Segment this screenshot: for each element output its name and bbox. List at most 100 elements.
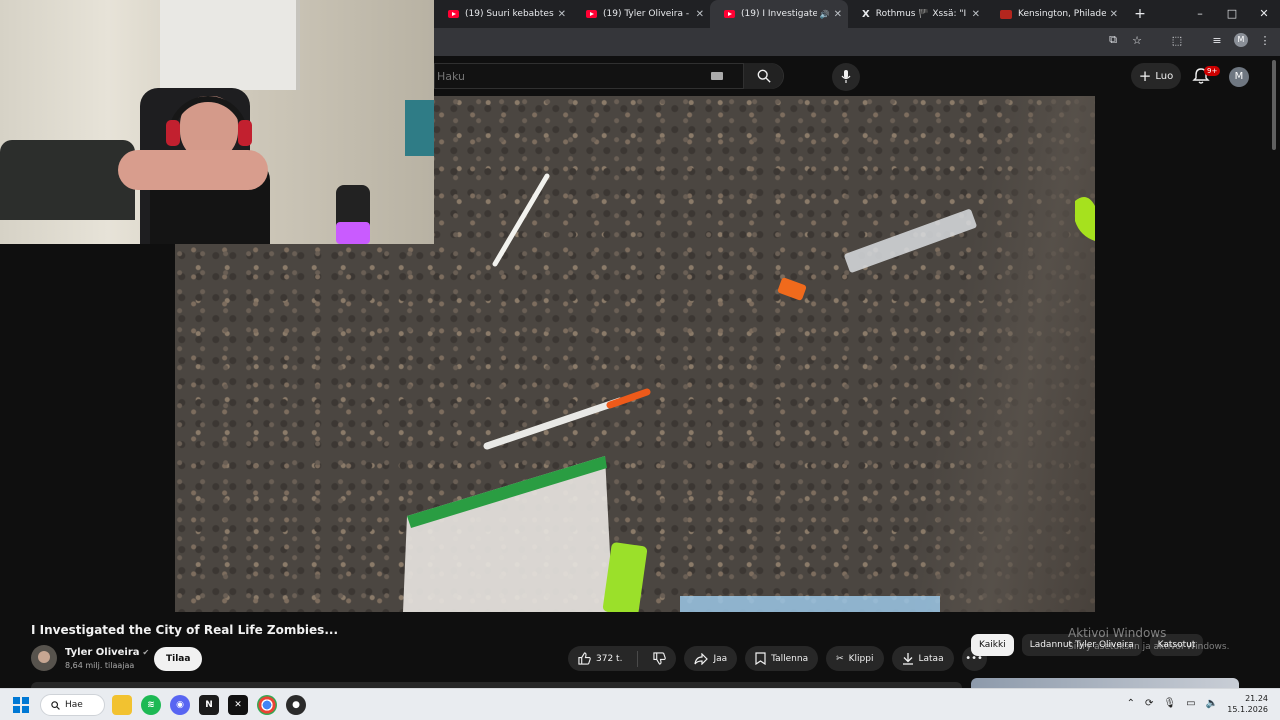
close-icon[interactable]: ✕: [696, 9, 704, 20]
browser-tab[interactable]: Kensington, Philadelphia, ✕: [986, 0, 1124, 28]
download-button[interactable]: Lataa: [891, 646, 954, 671]
syringe-clear: [844, 209, 977, 273]
save-label: Tallenna: [771, 653, 809, 664]
extensions-icon[interactable]: ⬚: [1170, 34, 1184, 47]
channel-name-row[interactable]: Tyler Oliveira ✔: [65, 647, 149, 658]
bookmark-icon: [755, 652, 766, 665]
account-avatar[interactable]: M: [1229, 67, 1249, 87]
voice-search-button[interactable]: [832, 63, 860, 91]
youtube-icon: [724, 10, 735, 18]
search-input[interactable]: [435, 69, 711, 83]
create-label: Luo: [1155, 70, 1174, 82]
kitchen-shelf: [160, 0, 300, 90]
new-tab-button[interactable]: +: [1130, 6, 1150, 22]
recommended-thumbnail[interactable]: [971, 678, 1239, 688]
save-button[interactable]: Tallenna: [745, 646, 819, 671]
tab-title: (19) Tyler Oliveira - YouTu: [603, 9, 692, 19]
green-cap: [1075, 197, 1095, 241]
activation-subtitle: Siirry asetuksiin ja aktivoi Windows.: [1068, 642, 1230, 652]
browser-tab-active[interactable]: (19) I Investigated the 🔊 ✕: [710, 0, 848, 28]
tab-title: Rothmus 🏴 Xssä: "I beli: [875, 9, 968, 19]
notion-icon[interactable]: N: [199, 695, 219, 715]
sync-icon[interactable]: ⟳: [1145, 698, 1153, 709]
system-tray: ⌃ ⟳ 🎙 ▭ 🔈: [1127, 698, 1218, 709]
maximize-button[interactable]: □: [1216, 0, 1248, 28]
download-icon: [902, 653, 913, 665]
sofa: [0, 140, 135, 220]
tab-title: (19) I Investigated the: [741, 9, 817, 19]
taskbar-search-label: Hae: [65, 700, 83, 710]
close-icon[interactable]: ✕: [972, 9, 980, 20]
subscriber-count: 8,64 milj. tilaajaa: [65, 661, 135, 670]
browser-tab[interactable]: (19) Tyler Oliveira - YouTu ✕: [572, 0, 710, 28]
syringe-orange: [483, 388, 651, 450]
file-explorer-icon[interactable]: [112, 695, 132, 715]
speaker-icon[interactable]: 🔊: [820, 10, 830, 19]
reading-list-icon[interactable]: ≡: [1210, 34, 1224, 47]
page-scrollbar[interactable]: [1272, 60, 1276, 150]
bookmark-star-icon[interactable]: ☆: [1130, 34, 1144, 47]
chip-all[interactable]: Kaikki: [971, 634, 1014, 656]
taskbar-clock[interactable]: 21.24 15.1.2026: [1227, 693, 1268, 715]
create-button[interactable]: + Luo: [1131, 63, 1181, 89]
youtube-header: + Luo 9+ M: [434, 56, 1280, 96]
microphone-icon[interactable]: 🎙: [1163, 698, 1176, 709]
windows-start-icon[interactable]: [13, 697, 29, 713]
clip-button[interactable]: ✂ Klippi: [826, 646, 884, 671]
plus-icon: +: [1138, 67, 1152, 85]
share-icon: [694, 652, 709, 665]
like-dislike-group: 372 t.: [568, 646, 677, 671]
clock-time: 21.24: [1245, 694, 1268, 703]
clock-date: 15.1.2026: [1227, 705, 1268, 714]
share-button[interactable]: Jaa: [684, 646, 738, 671]
channel-name[interactable]: Tyler Oliveira: [65, 647, 140, 658]
site-favicon-icon: [1000, 9, 1012, 19]
volume-icon[interactable]: 🔈: [1206, 698, 1218, 709]
thumbs-down-icon: [653, 652, 667, 665]
browser-tab[interactable]: X Rothmus 🏴 Xssä: "I beli ✕: [848, 0, 986, 28]
headphone-right: [238, 120, 252, 146]
close-window-button[interactable]: ✕: [1248, 0, 1280, 28]
close-icon[interactable]: ✕: [834, 9, 842, 20]
search-box: [434, 63, 784, 89]
youtube-icon: [448, 10, 459, 18]
minimize-button[interactable]: –: [1184, 0, 1216, 28]
subscribe-button[interactable]: Tilaa: [154, 647, 203, 671]
keyboard-icon[interactable]: [711, 72, 723, 80]
like-count: 372 t.: [596, 653, 623, 664]
channel-avatar[interactable]: [31, 645, 57, 671]
ziploc-bag: [403, 456, 613, 612]
menu-icon[interactable]: ⋮: [1258, 34, 1272, 47]
tab-title: (19) Suuri kebabtesti! - Yo: [465, 9, 554, 19]
tab-title: Kensington, Philadelphia,: [1018, 9, 1106, 19]
notifications-badge: 9+: [1204, 66, 1221, 76]
cast-icon[interactable]: ⧉: [1106, 33, 1120, 47]
divider: [637, 650, 639, 667]
taskbar-search[interactable]: Hae: [40, 694, 105, 716]
windows-activation-watermark: Aktivoi Windows Siirry asetuksiin ja akt…: [1068, 626, 1229, 652]
close-icon[interactable]: ✕: [558, 9, 566, 20]
verified-icon: ✔: [142, 648, 150, 657]
discord-icon[interactable]: ◉: [170, 695, 190, 715]
dislike-button[interactable]: [643, 646, 676, 671]
browser-tab[interactable]: (19) Suuri kebabtesti! - Yo ✕: [434, 0, 572, 28]
thumbs-up-icon: [578, 652, 591, 665]
chrome-icon[interactable]: [257, 695, 277, 715]
video-title: I Investigated the City of Real Life Zom…: [31, 623, 339, 637]
network-icon[interactable]: ▭: [1186, 698, 1195, 709]
like-button[interactable]: 372 t.: [568, 646, 632, 671]
search-button[interactable]: [743, 63, 783, 89]
face-mask: [680, 596, 940, 612]
obs-icon[interactable]: ●: [286, 695, 306, 715]
microphone-icon: [841, 70, 851, 83]
orange-cap: [777, 277, 807, 301]
capcut-icon[interactable]: ✕: [228, 695, 248, 715]
webcam-overlay: [0, 0, 434, 244]
chevron-up-icon[interactable]: ⌃: [1127, 698, 1135, 709]
profile-avatar[interactable]: M: [1234, 33, 1248, 47]
close-icon[interactable]: ✕: [1110, 9, 1118, 20]
window-controls: – □ ✕: [1184, 0, 1280, 28]
x-logo-icon: X: [862, 8, 870, 20]
spotify-icon[interactable]: ≋: [141, 695, 161, 715]
search-icon: [757, 69, 771, 83]
